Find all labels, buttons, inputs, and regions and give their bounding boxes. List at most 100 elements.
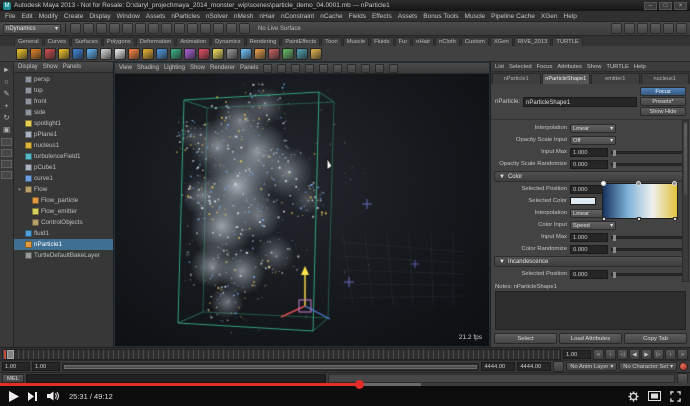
viewport-menu-lighting[interactable]: Lighting xyxy=(164,65,185,71)
shelf-icon-10[interactable] xyxy=(142,47,154,60)
outliner-item-spotlight1[interactable]: spotlight1 xyxy=(14,118,113,129)
ae-menu-turtle[interactable]: TURTLE xyxy=(606,64,628,70)
step-forward-frame-button[interactable]: › xyxy=(665,348,676,360)
render-settings-icon[interactable] xyxy=(650,23,661,34)
shelf-icon-5[interactable] xyxy=(72,47,84,60)
viewport-menu-view[interactable]: View xyxy=(119,65,132,71)
outliner-item-nucleus1[interactable]: nucleus1 xyxy=(14,140,113,151)
hypershade-persp-layout-button[interactable] xyxy=(1,171,12,179)
slider-handle[interactable] xyxy=(613,246,616,253)
ramp-handle-1[interactable] xyxy=(601,181,607,186)
menu-create[interactable]: Create xyxy=(64,13,84,20)
menu-fields[interactable]: Fields xyxy=(349,13,366,20)
render-view-icon[interactable] xyxy=(611,23,622,34)
outliner-item-nparticle1[interactable]: nParticle1 xyxy=(14,239,113,250)
outliner-item-flow[interactable]: ▾ Flow xyxy=(14,184,113,195)
viewport-toolbar-icon-3[interactable] xyxy=(291,63,301,73)
select-component-icon[interactable] xyxy=(161,23,172,34)
shelf-tab-general[interactable]: General xyxy=(14,37,43,46)
play-forwards-button[interactable]: ▶ xyxy=(641,348,652,360)
viewport-toolbar-icon-1[interactable] xyxy=(263,63,273,73)
expander-icon[interactable]: ▾ xyxy=(16,187,23,193)
maximize-button[interactable]: □ xyxy=(659,1,672,10)
command-input[interactable] xyxy=(26,373,326,383)
outliner-item-pcube1[interactable]: pCube1 xyxy=(14,162,113,173)
shelf-tab-custom[interactable]: Custom xyxy=(460,37,489,46)
attr-dropdown-opacity-scale-input[interactable]: Off ▾ xyxy=(570,135,616,145)
attr-slider[interactable] xyxy=(611,234,686,241)
ae-menu-attributes[interactable]: Attributes xyxy=(557,64,582,70)
attr-field-input-max[interactable]: 1.000 xyxy=(570,147,608,157)
shelf-icon-13[interactable] xyxy=(184,47,196,60)
outliner-item-side[interactable]: side xyxy=(14,107,113,118)
attr-dropdown-color-input[interactable]: Speed ▾ xyxy=(570,220,616,230)
ae-scrollbar[interactable] xyxy=(682,120,689,282)
ramp-handle-2[interactable] xyxy=(635,181,641,186)
select-object-icon[interactable] xyxy=(148,23,159,34)
theater-mode-icon[interactable] xyxy=(648,391,661,401)
menu-display[interactable]: Display xyxy=(89,13,110,20)
outliner-item-flow-particle[interactable]: Flow_particle xyxy=(14,195,113,206)
animation-start-field[interactable]: 1.00 xyxy=(2,362,30,371)
construction-history-icon[interactable] xyxy=(239,23,250,34)
ae-tab-nparticleshape1[interactable]: nParticleShape1 xyxy=(541,73,590,84)
object-name-field[interactable]: nParticleShape1 xyxy=(523,96,637,107)
menu-help[interactable]: Help xyxy=(564,13,577,20)
select-tool-icon[interactable]: ► xyxy=(1,64,13,75)
color-swatch[interactable] xyxy=(570,197,596,205)
select-button[interactable]: Select xyxy=(494,333,557,344)
shelf-icon-22[interactable] xyxy=(310,47,322,60)
viewport-toolbar-icon-10[interactable] xyxy=(389,63,399,73)
hypershade-icon[interactable] xyxy=(676,23,687,34)
shelf-tab-dynamics[interactable]: Dynamics xyxy=(211,37,245,46)
attr-slider[interactable] xyxy=(611,149,686,156)
ae-menu-show[interactable]: Show xyxy=(587,64,602,70)
menu-xgen[interactable]: XGen xyxy=(541,13,558,20)
anim-layer-dropdown[interactable]: No Anim Layer ▾ xyxy=(566,362,618,371)
menu-window[interactable]: Window xyxy=(117,13,140,20)
minimize-button[interactable]: – xyxy=(644,1,657,10)
shelf-icon-15[interactable] xyxy=(212,47,224,60)
shelf-tab-ncloth[interactable]: nCloth xyxy=(435,37,460,46)
viewport-menu-shading[interactable]: Shading xyxy=(137,65,159,71)
close-button[interactable]: × xyxy=(674,1,687,10)
shelf-tab-animation[interactable]: Animation xyxy=(176,37,211,46)
ramp-stop-1[interactable] xyxy=(602,217,607,221)
select-hierarchy-icon[interactable] xyxy=(135,23,146,34)
outliner-item-flow-emitter[interactable]: Flow_emitter xyxy=(14,206,113,217)
shelf-tab-painteffects[interactable]: PaintEffects xyxy=(281,37,321,46)
current-time-field[interactable]: 1.00 xyxy=(563,349,591,359)
snap-grid-icon[interactable] xyxy=(174,23,185,34)
outliner-item-persp[interactable]: persp xyxy=(14,74,113,85)
snap-curve-icon[interactable] xyxy=(187,23,198,34)
lasso-tool-icon[interactable]: ○ xyxy=(1,76,13,87)
shelf-tab-polygons[interactable]: Polygons xyxy=(102,37,135,46)
viewport-canvas[interactable]: 21.2 fps xyxy=(115,74,489,346)
ae-tab-emitter1[interactable]: emitter1 xyxy=(591,73,640,84)
menu-set-dropdown[interactable]: nDynamics ▾ xyxy=(3,23,61,34)
redo-icon[interactable] xyxy=(122,23,133,34)
ramp-stop-2[interactable] xyxy=(636,217,641,221)
outliner-item-front[interactable]: front xyxy=(14,96,113,107)
shelf-icon-8[interactable] xyxy=(114,47,126,60)
shelf-tab-nhair[interactable]: nHair xyxy=(412,37,435,46)
outliner-menu-show[interactable]: Show xyxy=(43,64,58,70)
shelf-icon-18[interactable] xyxy=(254,47,266,60)
section-incandescence[interactable]: ▼ Incandescence xyxy=(494,256,687,267)
attr-dropdown-interpolation[interactable]: Linear ▾ xyxy=(570,123,616,133)
shelf-icon-21[interactable] xyxy=(296,47,308,60)
time-slider[interactable] xyxy=(2,348,561,360)
color-ramp[interactable] xyxy=(601,181,678,221)
ae-menu-help[interactable]: Help xyxy=(634,64,646,70)
play-button[interactable] xyxy=(9,390,19,402)
ramp-stop-3[interactable] xyxy=(672,217,677,221)
script-editor-icon[interactable] xyxy=(677,372,688,384)
snap-plane-icon[interactable] xyxy=(213,23,224,34)
render-current-frame-icon[interactable] xyxy=(624,23,635,34)
ae-menu-selected[interactable]: Selected xyxy=(509,64,532,70)
playback-end-field[interactable]: 4444.00 xyxy=(481,362,516,371)
slider-handle[interactable] xyxy=(613,271,616,278)
go-to-end-button[interactable]: » xyxy=(677,348,688,360)
menu-pipeline-cache[interactable]: Pipeline Cache xyxy=(491,13,535,20)
step-forward-key-button[interactable]: ▷ xyxy=(653,348,664,360)
